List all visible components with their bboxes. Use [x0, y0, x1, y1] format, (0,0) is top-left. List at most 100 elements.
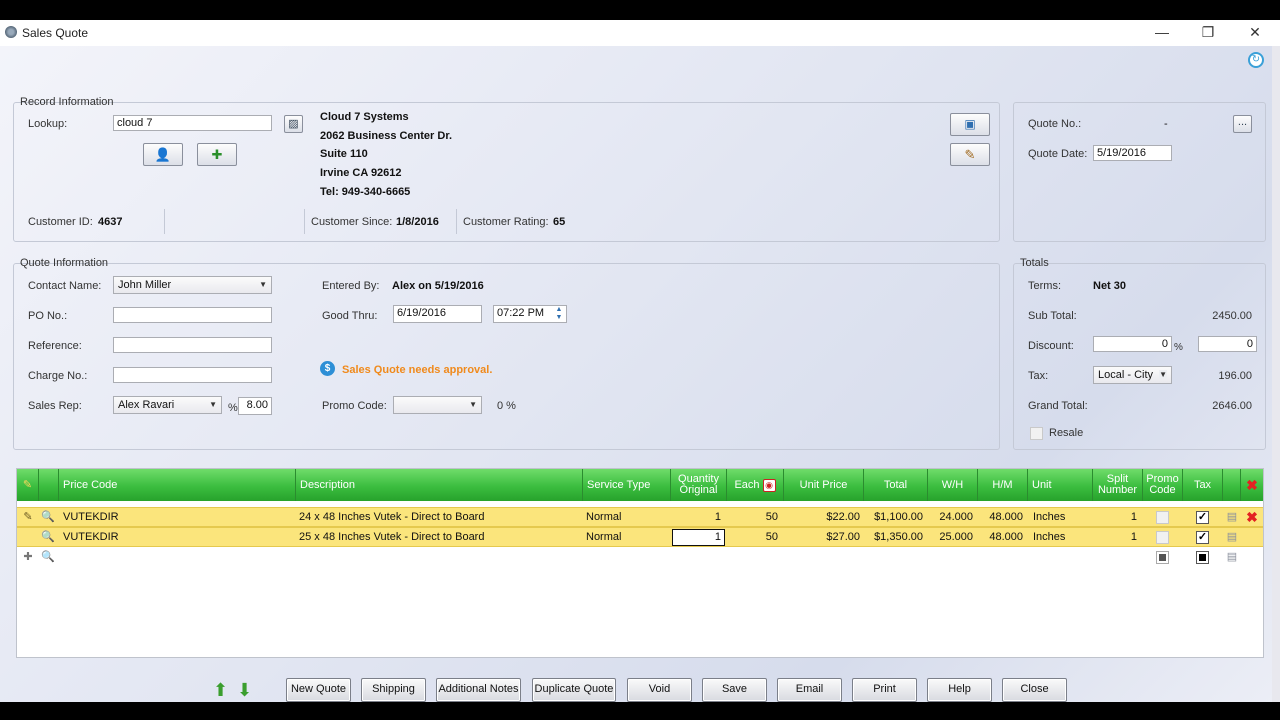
search-icon[interactable]: 🔍 [39, 508, 57, 528]
lookup-browse-icon[interactable]: ▨ [284, 115, 303, 133]
contact-name-select[interactable]: John Miller ▼ [113, 276, 272, 294]
tax-checkbox[interactable]: ✓ [1196, 511, 1209, 524]
each-options-icon[interactable]: ◉ [762, 478, 776, 492]
discount-percent-input[interactable]: 0 [1093, 336, 1172, 352]
edit-customer-icon[interactable]: ✎ [950, 143, 990, 166]
commission-percent-sign: % [228, 402, 238, 414]
quote-browse-button[interactable]: ... [1233, 115, 1252, 133]
vertical-scrollbar[interactable] [1272, 46, 1280, 702]
additional-notes-button[interactable]: Additional Notes [436, 678, 521, 702]
col-promo-code[interactable]: Promo Code [1143, 469, 1183, 501]
cell-quantity[interactable]: 1 [671, 508, 721, 528]
quantity-edit-input[interactable]: 1 [672, 529, 725, 546]
col-split-number[interactable]: Split Number [1093, 469, 1143, 501]
restore-button[interactable]: ❐ [1198, 24, 1218, 40]
lookup-input[interactable]: cloud 7 [113, 115, 272, 131]
table-row[interactable]: 🔍 VUTEKDIR 25 x 48 Inches Vutek - Direct… [17, 527, 1263, 547]
col-hm[interactable]: H/M [978, 469, 1028, 501]
chevron-down-icon: ▼ [469, 400, 477, 409]
email-button[interactable]: Email [777, 678, 842, 702]
minimize-button[interactable]: — [1152, 24, 1172, 40]
table-row[interactable]: ✎ 🔍 VUTEKDIR 24 x 48 Inches Vutek - Dire… [17, 507, 1263, 527]
col-quantity[interactable]: Quantity Original [671, 469, 727, 501]
good-thru-date-input[interactable]: 6/19/2016 [393, 305, 482, 323]
promo-code-select[interactable]: ▼ [393, 396, 482, 414]
col-service-type[interactable]: Service Type [583, 469, 671, 501]
pencil-icon[interactable]: ✎ [20, 508, 36, 528]
grand-total-label: Grand Total: [1028, 400, 1088, 412]
cell-unit: Inches [1033, 531, 1066, 543]
cell-wh: 24.000 [939, 511, 973, 523]
cell-price-code: VUTEKDIR [63, 531, 119, 543]
add-customer-icon[interactable]: ✚ [197, 143, 237, 166]
notes-icon[interactable]: ▤ [1224, 548, 1240, 568]
col-tax[interactable]: Tax [1183, 469, 1223, 501]
form-body: ↻ Record Information Lookup: cloud 7 ▨ 👤… [0, 46, 1280, 702]
quote-date-input[interactable]: 5/19/2016 [1093, 145, 1172, 161]
col-each[interactable]: Each ◉ [727, 469, 784, 501]
divider [164, 209, 165, 234]
chevron-down-icon: ▼ [209, 400, 217, 409]
sales-rep-select[interactable]: Alex Ravari ▼ [113, 396, 222, 414]
duplicate-quote-button[interactable]: Duplicate Quote [532, 678, 616, 702]
cell-unit: Inches [1033, 511, 1066, 523]
notes-icon[interactable]: ▤ [1224, 528, 1240, 548]
customer-since-value: 1/8/2016 [396, 216, 439, 228]
time-spinner-icon[interactable]: ▲ ▼ [553, 306, 565, 322]
customer-id-label: Customer ID: [28, 216, 93, 228]
print-button[interactable]: Print [852, 678, 917, 702]
quote-information-title: Quote Information [20, 257, 109, 269]
resale-checkbox[interactable] [1030, 427, 1043, 440]
quote-number-panel: Quote No.: - ... Quote Date: 5/19/2016 [1013, 102, 1266, 242]
col-total[interactable]: Total [864, 469, 928, 501]
cell-total: $1,100.00 [874, 511, 923, 523]
col-wh[interactable]: W/H [928, 469, 978, 501]
promo-checkbox[interactable] [1156, 531, 1169, 544]
contact-card-icon[interactable]: ▣ [950, 113, 990, 136]
promo-checkbox[interactable] [1156, 511, 1169, 524]
save-button[interactable]: Save [702, 678, 767, 702]
po-input[interactable] [113, 307, 272, 323]
col-price-code[interactable]: Price Code [59, 469, 296, 501]
customer-id-value: 4637 [98, 216, 123, 228]
help-button[interactable]: Help [927, 678, 992, 702]
cell-hm: 48.000 [989, 531, 1023, 543]
good-thru-label: Good Thru: [322, 310, 378, 322]
discount-amount-input[interactable]: 0 [1198, 336, 1257, 352]
commission-input[interactable]: 8.00 [238, 397, 272, 415]
tax-checkbox[interactable]: ✓ [1196, 531, 1209, 544]
subtotal-label: Sub Total: [1028, 310, 1077, 322]
reference-input[interactable] [113, 337, 272, 353]
notes-icon[interactable]: ▤ [1224, 508, 1240, 528]
col-unit[interactable]: Unit [1028, 469, 1093, 501]
cell-description: 24 x 48 Inches Vutek - Direct to Board [299, 511, 485, 523]
add-row-icon[interactable]: ✚ [20, 548, 36, 568]
chevron-down-icon: ▼ [259, 280, 267, 289]
promo-checkbox-indeterminate[interactable] [1156, 551, 1169, 564]
refresh-icon[interactable]: ↻ [1248, 52, 1264, 68]
charge-no-input[interactable] [113, 367, 272, 383]
search-icon[interactable]: 🔍 [39, 528, 57, 548]
po-label: PO No.: [28, 310, 68, 322]
charge-no-label: Charge No.: [28, 370, 88, 382]
entered-by-value: Alex on 5/19/2016 [392, 280, 484, 292]
new-quote-button[interactable]: New Quote [286, 678, 351, 702]
shipping-button[interactable]: Shipping [361, 678, 426, 702]
delete-all-icon[interactable]: ✖ [1241, 469, 1263, 501]
close-window-button[interactable]: ✕ [1245, 24, 1265, 40]
discount-percent-sign: % [1174, 342, 1183, 353]
close-button[interactable]: Close [1002, 678, 1067, 702]
void-button[interactable]: Void [627, 678, 692, 702]
col-unit-price[interactable]: Unit Price [784, 469, 864, 501]
move-up-arrow-icon[interactable]: ⬆ [213, 680, 228, 701]
search-icon[interactable]: 🔍 [39, 548, 57, 568]
move-down-arrow-icon[interactable]: ⬇ [237, 680, 252, 701]
delete-row-icon[interactable]: ✖ [1242, 508, 1262, 528]
subtotal-value: 2450.00 [1212, 310, 1252, 322]
window-title: Sales Quote [22, 26, 89, 40]
terms-value: Net 30 [1093, 280, 1127, 292]
tax-select[interactable]: Local - City ▼ [1093, 366, 1172, 384]
col-description[interactable]: Description [296, 469, 583, 501]
tax-checkbox-indeterminate[interactable] [1196, 551, 1209, 564]
find-customer-icon[interactable]: 👤 [143, 143, 183, 166]
